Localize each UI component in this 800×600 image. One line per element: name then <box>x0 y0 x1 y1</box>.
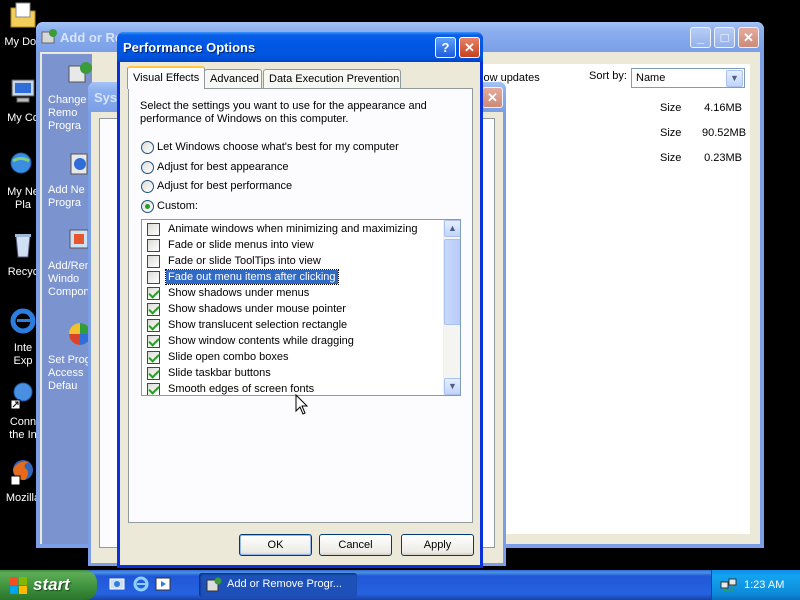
checkbox[interactable] <box>147 383 160 395</box>
checkbox[interactable] <box>147 271 160 284</box>
sort-by-select[interactable]: Name ▼ <box>631 68 745 88</box>
checkbox[interactable] <box>147 351 160 364</box>
clock[interactable]: 1:23 AM <box>744 579 784 591</box>
checkbox[interactable] <box>147 239 160 252</box>
tab-data-execution-prevention[interactable]: Data Execution Prevention <box>263 69 401 88</box>
checkbox[interactable] <box>147 367 160 380</box>
checkbox[interactable] <box>147 255 160 268</box>
radio-best-performance[interactable]: Adjust for best performance <box>141 180 292 194</box>
arp-sidebar: Change Remo Progra Add Ne Progra Add/Rem… <box>42 54 92 544</box>
internet-explorer-icon[interactable] <box>132 575 150 593</box>
scrollbar-thumb[interactable] <box>444 239 460 325</box>
help-button[interactable]: ? <box>435 37 456 58</box>
taskbar-button-add-remove-programs[interactable]: Add or Remove Progr... <box>199 573 357 597</box>
close-button[interactable]: ✕ <box>482 87 503 108</box>
add-remove-programs-icon <box>41 29 57 44</box>
radio-indicator <box>141 180 154 193</box>
radio-indicator <box>141 161 154 174</box>
radio-let-windows-choose[interactable]: Let Windows choose what's best for my co… <box>141 141 399 155</box>
radio-custom[interactable]: Custom: <box>141 200 198 214</box>
mouse-pointer-icon <box>295 394 309 415</box>
program-size-row: Size 4.16MB <box>660 102 742 114</box>
sidebar-item-windows-components[interactable]: Add/Rem Windo Compon <box>42 226 92 299</box>
radio-indicator <box>141 141 154 154</box>
apply-button[interactable]: Apply <box>401 534 474 556</box>
minimize-button[interactable]: _ <box>690 27 711 48</box>
title-bar[interactable]: Performance Options ? ✕ <box>117 32 483 62</box>
checkbox[interactable] <box>147 303 160 316</box>
change-remove-programs-icon <box>68 62 92 83</box>
visual-effects-list[interactable]: Animate windows when minimizing and maxi… <box>141 219 461 396</box>
maximize-button[interactable]: □ <box>714 27 735 48</box>
checkbox[interactable] <box>147 287 160 300</box>
sidebar-item-program-defaults[interactable]: Set Prog Access Defau <box>42 320 92 393</box>
internet-explorer-icon <box>10 308 36 334</box>
windows-media-player-icon[interactable] <box>154 575 172 593</box>
show-desktop-icon[interactable] <box>108 575 126 593</box>
description-text: Select the settings you want to use for … <box>140 100 427 125</box>
network-places-icon <box>10 152 32 174</box>
chevron-down-icon[interactable]: ▼ <box>726 70 743 87</box>
sort-by-label: Sort by: <box>589 70 627 82</box>
checkbox[interactable] <box>147 223 160 236</box>
quick-launch <box>106 575 196 595</box>
add-remove-programs-icon <box>206 577 222 592</box>
folder-documents-icon <box>10 2 36 28</box>
vertical-scrollbar[interactable]: ▲ ▼ <box>443 220 460 395</box>
program-size-row: Size 90.52MB <box>660 127 747 139</box>
system-tray: 1:23 AM <box>711 570 800 600</box>
firefox-icon <box>10 460 33 486</box>
sidebar-item-add-new[interactable]: Add Ne Progra <box>42 150 92 210</box>
computer-icon <box>11 79 35 103</box>
program-size-row: Size 0.23MB <box>660 152 742 164</box>
chevron-up-icon[interactable]: ▲ <box>444 220 460 237</box>
radio-indicator <box>141 200 154 213</box>
windows-logo-icon <box>10 577 27 594</box>
radio-best-appearance[interactable]: Adjust for best appearance <box>141 161 288 175</box>
checkbox[interactable] <box>147 335 160 348</box>
connect-internet-icon <box>10 382 33 410</box>
chevron-down-icon[interactable]: ▼ <box>444 378 460 395</box>
network-tray-icon[interactable] <box>720 576 737 593</box>
tab-visual-effects[interactable]: Visual Effects <box>127 66 205 89</box>
start-button[interactable]: start <box>0 570 97 600</box>
tab-advanced[interactable]: Advanced <box>204 69 262 88</box>
recycle-bin-icon <box>15 234 31 258</box>
close-button[interactable]: ✕ <box>738 27 759 48</box>
close-button[interactable]: ✕ <box>459 37 480 58</box>
sidebar-item-change-remove[interactable]: Change Remo Progra <box>42 60 92 133</box>
cancel-button[interactable]: Cancel <box>319 534 392 556</box>
dialog-title: Performance Options <box>123 40 256 55</box>
checkbox[interactable] <box>147 319 160 332</box>
ok-button[interactable]: OK <box>239 534 312 556</box>
window-title: Add or Re <box>60 30 123 45</box>
taskbar: start Add or Remove Progr... 1:23 AM <box>0 570 800 600</box>
